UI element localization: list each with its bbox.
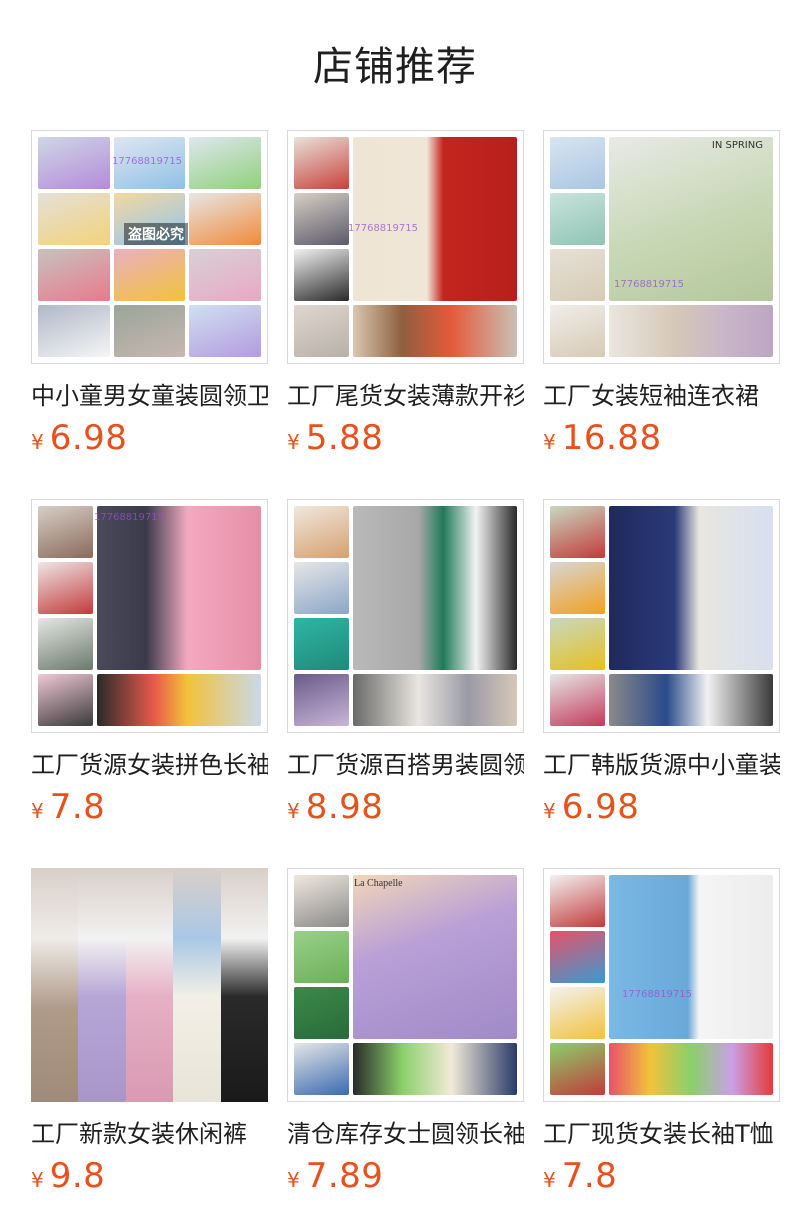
- price-row: ¥ 7.8: [31, 787, 268, 827]
- product-title[interactable]: 工厂货源百搭男装圆领: [287, 749, 524, 781]
- price-row: ¥ 8.98: [287, 787, 524, 827]
- product-price: 7.8: [49, 787, 106, 827]
- product-card[interactable]: 17768819715 工厂尾货女装薄款开衫 ¥ 5.88: [287, 130, 524, 467]
- product-title[interactable]: 工厂女装短袖连衣裙: [543, 380, 780, 412]
- product-image[interactable]: [543, 499, 780, 733]
- watermark-text: 17768819715: [348, 223, 418, 234]
- product-card[interactable]: La Chapelle 清仓库存女士圆领长袖 ¥ 7.89: [287, 868, 524, 1205]
- product-card[interactable]: 17768819715 工厂货源女装拼色长袖 ¥ 7.8: [31, 499, 268, 836]
- product-image[interactable]: 17768819715: [31, 499, 268, 733]
- product-title[interactable]: 工厂韩版货源中小童装: [543, 749, 780, 781]
- product-card[interactable]: 工厂韩版货源中小童装 ¥ 6.98: [543, 499, 780, 836]
- watermark-text: 17768819715: [94, 512, 164, 523]
- currency-icon: ¥: [543, 430, 556, 454]
- product-image[interactable]: [31, 868, 268, 1102]
- product-price: 8.98: [305, 787, 384, 827]
- product-title[interactable]: 工厂货源女装拼色长袖: [31, 749, 268, 781]
- currency-icon: ¥: [287, 799, 300, 823]
- product-title[interactable]: 中小童男女童装圆领卫衣: [31, 380, 268, 412]
- header: 店铺推荐: [0, 0, 790, 130]
- currency-icon: ¥: [287, 1168, 300, 1192]
- product-card[interactable]: 工厂货源百搭男装圆领 ¥ 8.98: [287, 499, 524, 836]
- product-image[interactable]: 17768819715: [543, 868, 780, 1102]
- product-price: 6.98: [49, 418, 128, 458]
- product-image[interactable]: [287, 499, 524, 733]
- product-price: 9.8: [49, 1156, 106, 1196]
- product-price: 6.98: [561, 787, 640, 827]
- product-card[interactable]: 盗图必究 17768819715 中小童男女童装圆领卫衣 ¥ 6.98: [31, 130, 268, 467]
- product-title[interactable]: 工厂新款女装休闲裤: [31, 1118, 268, 1150]
- price-row: ¥ 7.89: [287, 1156, 524, 1196]
- product-price: 5.88: [305, 418, 384, 458]
- currency-icon: ¥: [543, 799, 556, 823]
- product-title[interactable]: 工厂现货女装长袖T恤: [543, 1118, 780, 1150]
- watermark-text: 17768819715: [614, 279, 684, 290]
- product-image[interactable]: La Chapelle: [287, 868, 524, 1102]
- price-row: ¥ 6.98: [543, 787, 780, 827]
- price-row: ¥ 5.88: [287, 418, 524, 458]
- currency-icon: ¥: [287, 430, 300, 454]
- watermark-text: 17768819715: [112, 156, 182, 167]
- currency-icon: ¥: [543, 1168, 556, 1192]
- product-image[interactable]: IN SPRING 17768819715: [543, 130, 780, 364]
- currency-icon: ¥: [31, 799, 44, 823]
- watermark-text: 17768819715: [622, 989, 692, 1000]
- price-row: ¥ 16.88: [543, 418, 780, 458]
- product-card[interactable]: IN SPRING 17768819715 工厂女装短袖连衣裙 ¥ 16.88: [543, 130, 780, 467]
- product-grid: 盗图必究 17768819715 中小童男女童装圆领卫衣 ¥ 6.98: [0, 130, 790, 1205]
- currency-icon: ¥: [31, 1168, 44, 1192]
- currency-icon: ¥: [31, 430, 44, 454]
- product-card[interactable]: 工厂新款女装休闲裤 ¥ 9.8: [31, 868, 268, 1205]
- price-row: ¥ 7.8: [543, 1156, 780, 1196]
- product-image[interactable]: 17768819715: [287, 130, 524, 364]
- store-recommendations-page: 店铺推荐 盗图必究 17768819715 中小童男女童装圆领卫 ¥ 6.98 …: [0, 0, 790, 1232]
- watermark-badge: 盗图必究: [124, 223, 188, 245]
- product-price: 7.89: [305, 1156, 384, 1196]
- brand-tag: La Chapelle: [354, 878, 403, 889]
- price-row: ¥ 6.98: [31, 418, 268, 458]
- product-price: 7.8: [561, 1156, 618, 1196]
- product-image[interactable]: 盗图必究 17768819715: [31, 130, 268, 364]
- product-card[interactable]: 17768819715 工厂现货女装长袖T恤 ¥ 7.8: [543, 868, 780, 1205]
- page-title: 店铺推荐: [313, 44, 477, 90]
- product-title[interactable]: 工厂尾货女装薄款开衫: [287, 380, 524, 412]
- price-row: ¥ 9.8: [31, 1156, 268, 1196]
- product-title[interactable]: 清仓库存女士圆领长袖: [287, 1118, 524, 1150]
- brand-tag: IN SPRING: [711, 140, 763, 151]
- product-price: 16.88: [561, 418, 662, 458]
